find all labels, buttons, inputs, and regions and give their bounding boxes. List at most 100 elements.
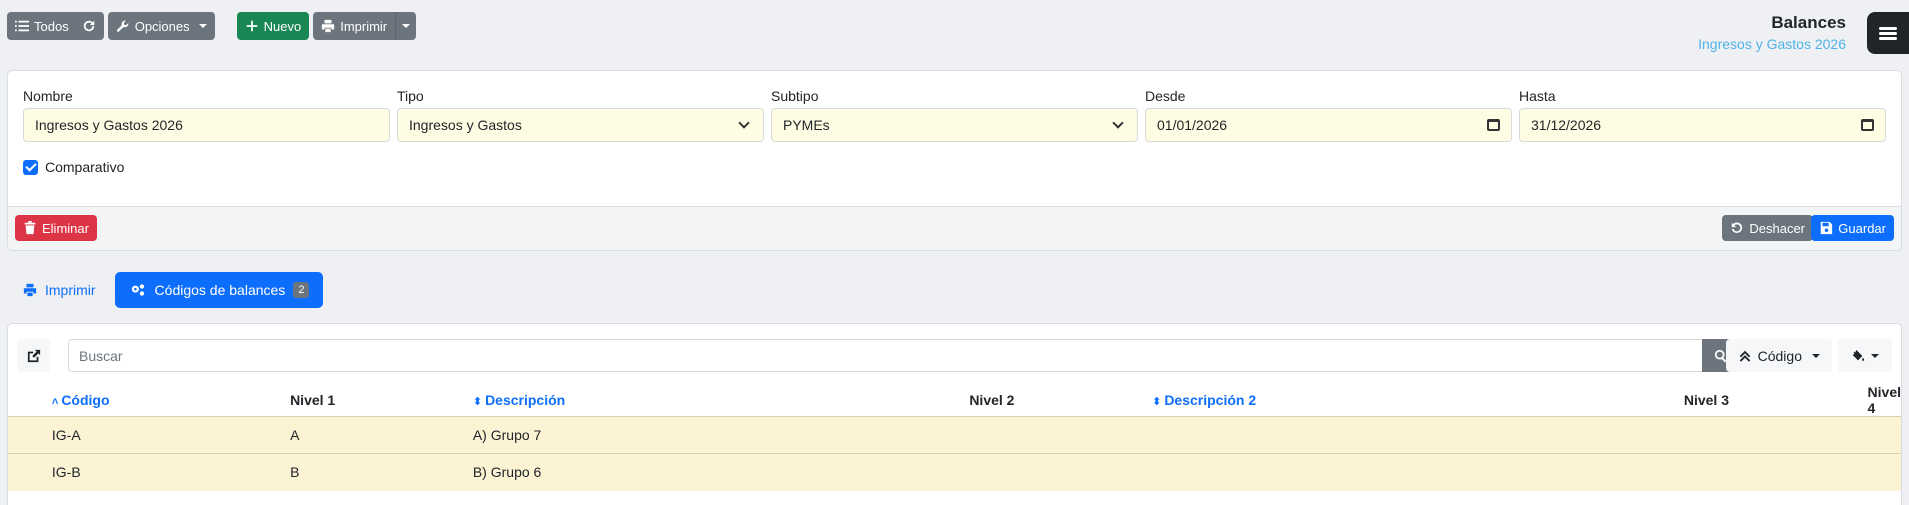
- desde-date-input[interactable]: 01/01/2026: [1145, 108, 1512, 142]
- count-badge: 2: [293, 282, 310, 298]
- hasta-label: Hasta: [1519, 88, 1556, 104]
- table-row[interactable]: IG-A A A) Grupo 7: [8, 416, 1901, 454]
- balance-form-card: Nombre Ingresos y Gastos 2026 Tipo Ingre…: [7, 70, 1902, 251]
- cell-descripcion2: [1152, 416, 1684, 454]
- column-descripcion-label: Descripción: [485, 392, 566, 408]
- nombre-field-group: Nombre Ingresos y Gastos 2026: [23, 88, 390, 142]
- hamburger-menu-icon[interactable]: [1867, 12, 1909, 54]
- imprimir-button[interactable]: Imprimir: [313, 12, 396, 40]
- tipo-value: Ingresos y Gastos: [409, 117, 522, 133]
- external-link-icon: [27, 349, 41, 363]
- table-row[interactable]: IG-B B B) Grupo 6: [8, 453, 1901, 491]
- tipo-label: Tipo: [397, 88, 424, 104]
- sort-icon: ⬍: [472, 396, 483, 408]
- imprimir-dropdown-toggle[interactable]: [395, 12, 417, 40]
- tab-imprimir-label: Imprimir: [45, 282, 96, 298]
- cell-nivel1: B: [290, 453, 473, 491]
- cell-nivel4: [1867, 416, 1901, 454]
- guardar-label: Guardar: [1838, 220, 1886, 236]
- tab-codigos-balances[interactable]: Códigos de balances 2: [114, 272, 324, 308]
- column-header-nivel4: Nivel 4: [1867, 384, 1901, 416]
- color-filter-button[interactable]: [1838, 339, 1892, 372]
- tipo-select[interactable]: Ingresos y Gastos: [397, 108, 764, 142]
- desde-value: 01/01/2026: [1157, 117, 1228, 133]
- order-dropdown-button[interactable]: Código: [1725, 339, 1832, 372]
- list-tools: Buscar Código: [17, 339, 1892, 372]
- cell-nivel3: [1683, 416, 1868, 454]
- subtipo-label: Subtipo: [771, 88, 819, 104]
- plus-icon: [245, 19, 259, 33]
- opciones-label: Opciones: [134, 18, 190, 34]
- calendar-icon[interactable]: [1487, 119, 1500, 131]
- gears-icon: [129, 283, 147, 297]
- column-header-descripcion[interactable]: ⬍ Descripción: [473, 384, 969, 417]
- nombre-label: Nombre: [23, 88, 73, 104]
- hasta-date-input[interactable]: 31/12/2026: [1519, 108, 1886, 142]
- chevron-down-icon: [1812, 353, 1820, 358]
- trash-icon: [23, 221, 37, 235]
- double-chevron-up-icon: [1738, 349, 1752, 363]
- search-placeholder: Buscar: [79, 347, 123, 364]
- imprimir-split-button: Imprimir: [313, 12, 417, 40]
- nombre-input[interactable]: Ingresos y Gastos 2026: [23, 108, 390, 142]
- cell-nivel4: [1867, 453, 1901, 491]
- sort-icon: ⬍: [1152, 396, 1162, 408]
- opciones-button[interactable]: Opciones: [107, 12, 215, 40]
- desde-label: Desde: [1145, 88, 1186, 104]
- list-icon: [15, 19, 29, 33]
- chevron-down-icon: [738, 117, 750, 129]
- subtipo-value: PYMEs: [783, 117, 830, 133]
- todos-label: Todos: [34, 18, 69, 34]
- codigos-list-card: Buscar Código ˄ Código Nivel 1 ⬍ Descripci…: [7, 323, 1902, 505]
- tab-imprimir[interactable]: Imprimir: [14, 272, 105, 308]
- column-header-nivel1: Nivel 1: [290, 392, 336, 408]
- detail-tabs: Imprimir Códigos de balances 2: [14, 272, 324, 308]
- column-header-nivel3: Nivel 3: [1683, 392, 1729, 408]
- column-header-descripcion2[interactable]: ⬍ Descripción 2: [1152, 384, 1684, 417]
- undo-icon: [1730, 221, 1744, 235]
- column-header-codigo[interactable]: ˄ Código: [52, 384, 290, 417]
- hasta-value: 31/12/2026: [1531, 117, 1602, 133]
- search-input[interactable]: Buscar: [68, 339, 1710, 372]
- eliminar-button[interactable]: Eliminar: [15, 215, 97, 241]
- chevron-down-icon: [198, 24, 207, 28]
- cell-descripcion: B) Grupo 6: [472, 453, 970, 491]
- eliminar-label: Eliminar: [42, 220, 89, 236]
- deshacer-label: Deshacer: [1749, 220, 1805, 236]
- refresh-icon[interactable]: [82, 19, 96, 33]
- save-icon: [1819, 221, 1833, 235]
- nuevo-label: Nuevo: [263, 18, 302, 34]
- column-descripcion2-label: Descripción 2: [1164, 392, 1257, 408]
- form-footer: Eliminar Deshacer Guardar: [8, 206, 1901, 250]
- top-toolbar: Todos Opciones Nuevo Imprimir: [7, 12, 417, 40]
- codigos-table: ˄ Código Nivel 1 ⬍ Descripción Nivel 2 ⬍ De…: [8, 384, 1901, 491]
- sort-asc-icon: ˄: [51, 396, 59, 408]
- cell-descripcion: A) Grupo 7: [472, 416, 970, 454]
- chevron-down-icon: [1871, 353, 1879, 358]
- wrench-icon: [116, 19, 130, 33]
- page-subtitle: Ingresos y Gastos 2026: [1698, 36, 1846, 52]
- comparativo-checkbox[interactable]: [23, 159, 38, 175]
- cell-codigo: IG-B: [51, 453, 291, 491]
- chevron-down-icon: [1112, 117, 1124, 129]
- cell-codigo: IG-A: [51, 416, 291, 454]
- table-header-row: ˄ Código Nivel 1 ⬍ Descripción Nivel 2 ⬍ De…: [8, 384, 1901, 417]
- guardar-button[interactable]: Guardar: [1811, 215, 1894, 241]
- subtipo-select[interactable]: PYMEs: [771, 108, 1138, 142]
- subtipo-field-group: Subtipo PYMEs: [771, 88, 1138, 142]
- deshacer-button[interactable]: Deshacer: [1722, 215, 1813, 241]
- nuevo-button[interactable]: Nuevo: [236, 12, 310, 40]
- cell-nivel2: [969, 416, 1153, 454]
- printer-icon: [23, 283, 37, 297]
- external-link-button[interactable]: [17, 339, 50, 372]
- todos-button[interactable]: Todos: [7, 12, 104, 40]
- cell-nivel3: [1683, 453, 1868, 491]
- column-header-nivel2: Nivel 2: [969, 392, 1015, 408]
- tipo-field-group: Tipo Ingresos y Gastos: [397, 88, 764, 142]
- paint-bucket-icon: [1851, 349, 1865, 363]
- page-title: Balances: [1771, 13, 1846, 32]
- order-label: Código: [1757, 347, 1802, 364]
- tab-codigos-label: Códigos de balances: [154, 282, 286, 298]
- nombre-value: Ingresos y Gastos 2026: [35, 117, 183, 133]
- calendar-icon[interactable]: [1861, 119, 1874, 131]
